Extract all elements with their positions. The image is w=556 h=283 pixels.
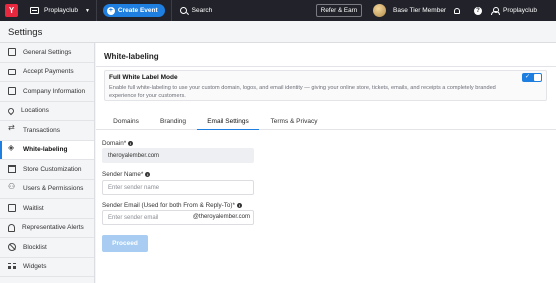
sidebar-item-waitlist[interactable]: Waitlist (0, 199, 94, 219)
user-menu[interactable]: Proplayclub (491, 0, 537, 21)
sidebar-item-label: Locations (21, 107, 49, 115)
info-icon[interactable]: i (145, 172, 151, 177)
user-icon (491, 6, 500, 15)
plus-icon: + (106, 6, 115, 15)
tab-terms-privacy[interactable]: Terms & Privacy (264, 116, 324, 130)
search-button[interactable]: Search (179, 0, 213, 21)
info-icon[interactable]: i (236, 203, 242, 208)
domain-label-text: Domain* (102, 140, 127, 147)
user-name: Proplayclub (503, 7, 537, 14)
create-event-button[interactable]: + Create Event (102, 4, 165, 17)
users-icon (8, 182, 16, 193)
sidebar-item-widgets[interactable]: Widgets (0, 258, 94, 277)
card-icon (8, 68, 16, 75)
sidebar-item-locations[interactable]: Locations (0, 102, 94, 121)
document-icon (8, 87, 16, 96)
sender-name-input[interactable]: Enter sender name (102, 180, 254, 195)
page-title: Settings (8, 27, 43, 38)
tier-avatar (373, 4, 386, 17)
sidebar-item-label: Blocklist (23, 243, 47, 251)
sidebar-item-label: Transactions (23, 126, 60, 134)
sidebar-item-label: Widgets (23, 263, 47, 271)
help-button[interactable]: ? (472, 0, 484, 21)
email-domain-suffix: @theroyalember.com (192, 214, 250, 220)
list-icon (8, 204, 16, 213)
sender-email-input[interactable]: Enter sender email @theroyalember.com (102, 210, 254, 225)
divider (170, 0, 172, 21)
pin-icon (6, 106, 16, 115)
white-label-mode-card: Full White Label Mode Enable full white-… (104, 70, 547, 101)
grid-icon (8, 262, 16, 271)
sidebar-item-label: Accept Payments (23, 68, 74, 76)
sender-name-placeholder: Enter sender name (108, 184, 160, 191)
section-title: White-labeling (104, 52, 159, 61)
settings-square-icon (8, 48, 16, 57)
bell-icon (454, 7, 460, 14)
proceed-button[interactable]: Proceed (102, 235, 148, 252)
bell-icon (8, 223, 15, 232)
block-icon (8, 243, 16, 252)
main-panel: White-labeling Full White Label Mode Ena… (96, 43, 556, 283)
tab-branding[interactable]: Branding (153, 116, 193, 130)
card-description: Enable full white-labeling to use your c… (109, 85, 496, 99)
sidebar-item-general-settings[interactable]: General Settings (0, 43, 94, 63)
help-icon: ? (474, 6, 482, 15)
notifications-button[interactable] (451, 0, 463, 21)
sidebar-item-label: General Settings (23, 48, 72, 56)
sidebar-item-users-permissions[interactable]: Users & Permissions (0, 180, 94, 199)
sidebar-item-blocklist[interactable]: Blocklist (0, 238, 94, 258)
sidebar-item-label: Store Customization (23, 165, 82, 173)
org-name: Proplayclub (44, 7, 78, 14)
sidebar-item-accept-payments[interactable]: Accept Payments (0, 63, 94, 82)
domain-label: Domain* i (102, 140, 134, 147)
sidebar-item-representative-alerts[interactable]: Representative Alerts (0, 219, 94, 238)
sidebar-item-label: Users & Permissions (23, 185, 84, 193)
app-logo[interactable]: Y (5, 4, 18, 17)
sidebar-item-label: Representative Alerts (22, 224, 84, 232)
domain-value: theroyalember.com (108, 152, 160, 159)
tier-badge[interactable]: Base Tier Member (373, 2, 446, 19)
tab-bar: Domains Branding Email Settings Terms & … (96, 116, 556, 130)
org-switcher[interactable]: Proplayclub ▼ (30, 0, 90, 21)
white-label-toggle[interactable]: ✓ (522, 73, 542, 82)
sidebar-item-transactions[interactable]: Transactions (0, 121, 94, 141)
sidebar-item-label: Company Information (23, 87, 86, 95)
check-icon: ✓ (525, 74, 531, 80)
sender-email-label-text: Sender Email (Used for both From & Reply… (102, 202, 235, 209)
chevron-down-icon: ▼ (84, 7, 90, 14)
refer-earn-button[interactable]: Refer & Earn (316, 4, 362, 17)
sidebar-item-label: White-labeling (23, 146, 68, 154)
divider (95, 0, 97, 21)
search-label: Search (191, 7, 213, 14)
tier-label: Base Tier Member (393, 7, 447, 14)
create-event-label: Create Event (117, 7, 158, 14)
sidebar-item-company-information[interactable]: Company Information (0, 82, 94, 102)
info-icon[interactable]: i (128, 141, 134, 146)
domain-field: theroyalember.com (102, 148, 254, 163)
tag-icon (8, 143, 16, 154)
sidebar-item-label: Waitlist (23, 204, 44, 212)
arrows-icon (8, 123, 16, 134)
divider (96, 66, 556, 67)
sender-email-placeholder: Enter sender email (108, 214, 159, 221)
org-icon (30, 7, 39, 14)
settings-sidebar: General Settings Accept Payments Company… (0, 43, 95, 283)
store-icon (8, 165, 16, 174)
tab-email-settings[interactable]: Email Settings (197, 116, 259, 130)
sender-name-label-text: Sender Name* (102, 171, 144, 178)
sidebar-item-white-labeling[interactable]: White-labeling (0, 140, 94, 160)
sender-email-label: Sender Email (Used for both From & Reply… (102, 202, 242, 209)
card-title: Full White Label Mode (109, 74, 178, 81)
tab-domains[interactable]: Domains (106, 116, 146, 130)
search-icon (179, 7, 187, 14)
sidebar-item-store-customization[interactable]: Store Customization (0, 160, 94, 180)
sender-name-label: Sender Name* i (102, 171, 151, 178)
toggle-knob (534, 74, 541, 81)
